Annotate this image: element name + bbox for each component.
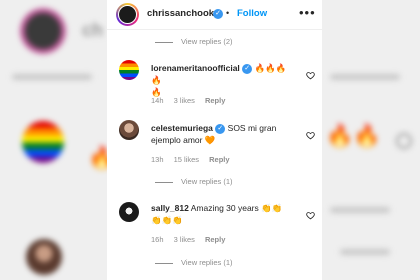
comment-meta: 16h 3 likes Reply bbox=[151, 235, 233, 244]
view-replies-button[interactable]: View replies (1) bbox=[155, 258, 233, 267]
commenter-avatar[interactable] bbox=[119, 120, 139, 140]
comment-meta: 13h 15 likes Reply bbox=[151, 155, 238, 164]
comment-body: lorenameritanoofficial ✓ 🔥🔥🔥🔥 🔥 bbox=[151, 62, 296, 98]
background-bar bbox=[340, 249, 390, 255]
commenter-username[interactable]: celestemuriega bbox=[151, 123, 213, 133]
comment-time: 16h bbox=[151, 235, 164, 244]
commenter-username[interactable]: lorenameritanoofficial bbox=[151, 63, 240, 73]
commenter-avatar[interactable] bbox=[119, 60, 139, 80]
reply-button[interactable]: Reply bbox=[205, 96, 225, 105]
author-username[interactable]: chrissanchook bbox=[147, 8, 214, 19]
verified-badge-icon: ✓ bbox=[213, 9, 223, 19]
comment-likes[interactable]: 3 likes bbox=[174, 235, 195, 244]
like-heart-icon[interactable] bbox=[306, 67, 315, 80]
background-bar bbox=[330, 74, 400, 80]
like-heart-icon[interactable] bbox=[306, 127, 315, 140]
comment-time: 13h bbox=[151, 155, 164, 164]
comment-item: sally_812 Amazing 30 years 👏👏 👏👏👏 16h 3 … bbox=[107, 198, 322, 250]
comment-time: 14h bbox=[151, 96, 164, 105]
comment-likes[interactable]: 15 likes bbox=[174, 155, 199, 164]
background-avatar bbox=[26, 239, 62, 275]
replies-line bbox=[155, 262, 173, 264]
view-replies-label: View replies (1) bbox=[181, 258, 233, 267]
view-replies-button[interactable]: View replies (2) bbox=[155, 37, 233, 46]
replies-line bbox=[155, 181, 173, 183]
comment-item: lorenameritanoofficial ✓ 🔥🔥🔥🔥 🔥 14h 3 li… bbox=[107, 58, 322, 108]
comments-panel: chrissanchook ✓ • Follow ••• View replie… bbox=[107, 0, 322, 280]
verified-badge-icon: ✓ bbox=[215, 123, 226, 134]
background-fire-icon: 🔥🔥 bbox=[326, 123, 381, 148]
verified-badge-icon: ✓ bbox=[242, 63, 253, 74]
background-avatar bbox=[20, 8, 66, 54]
header-separator: • bbox=[226, 8, 230, 18]
clapping-emoji-icon: 👏👏 bbox=[261, 203, 283, 213]
like-heart-icon[interactable] bbox=[306, 207, 315, 220]
comment-meta: 14h 3 likes Reply bbox=[151, 96, 233, 105]
view-replies-label: View replies (2) bbox=[181, 37, 233, 46]
comment-likes[interactable]: 3 likes bbox=[174, 96, 195, 105]
clapping-emoji-icon: 👏👏👏 bbox=[151, 215, 183, 225]
background-partial-text: ch bbox=[82, 20, 104, 40]
background-rainbow-avatar bbox=[22, 121, 64, 163]
replies-line bbox=[155, 41, 173, 43]
reply-button[interactable]: Reply bbox=[209, 155, 229, 164]
view-replies-label: View replies (1) bbox=[181, 177, 233, 186]
more-options-icon[interactable]: ••• bbox=[299, 5, 316, 20]
reply-button[interactable]: Reply bbox=[205, 235, 225, 244]
follow-button[interactable]: Follow bbox=[237, 8, 267, 19]
author-avatar[interactable] bbox=[116, 3, 139, 26]
orange-heart-emoji-icon: 🧡 bbox=[204, 135, 216, 145]
post-header: chrissanchook ✓ • Follow ••• bbox=[107, 0, 322, 30]
comment-body: celestemuriega ✓ SOS mi gran ejemplo amo… bbox=[151, 122, 296, 146]
background-bar bbox=[12, 74, 92, 80]
background-heart-icon bbox=[396, 133, 412, 149]
commenter-avatar[interactable] bbox=[119, 202, 139, 222]
commenter-username[interactable]: sally_812 bbox=[151, 203, 189, 213]
view-replies-button[interactable]: View replies (1) bbox=[155, 177, 233, 186]
comment-body: sally_812 Amazing 30 years 👏👏 👏👏👏 bbox=[151, 202, 296, 226]
comment-text: Amazing 30 years bbox=[190, 203, 259, 213]
background-bar bbox=[330, 207, 390, 213]
